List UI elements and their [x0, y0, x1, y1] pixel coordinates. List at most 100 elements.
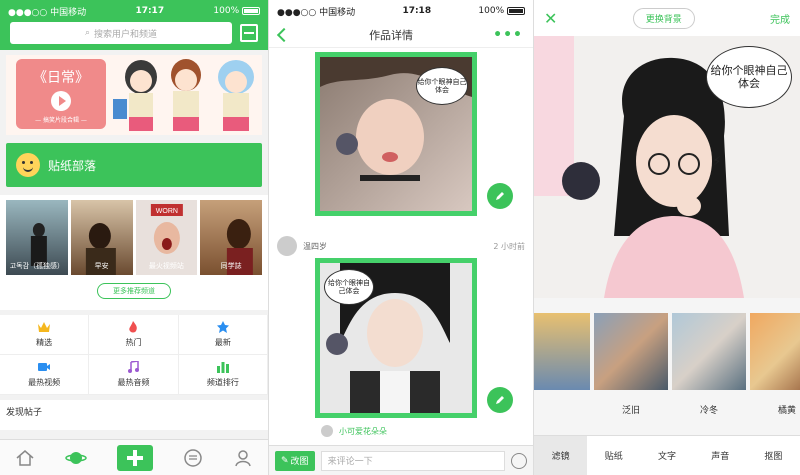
nav-bar: 作品详情 ••• [269, 22, 533, 48]
page-title: 作品详情 [369, 28, 414, 42]
pencil-icon [496, 396, 504, 404]
category-newest[interactable]: 最新 [178, 315, 268, 355]
battery-icon [507, 6, 525, 15]
category-label: 频道排行 [206, 378, 239, 387]
more-icon[interactable]: ••• [493, 27, 523, 43]
post-image-card[interactable]: 给你个眼神自己体会 [315, 52, 477, 216]
search-icon: ⌕ [84, 28, 91, 38]
filter-option[interactable]: 冷冬 [672, 313, 746, 428]
status-bar: ●●●○○ 中国移动 17:18 100% [269, 0, 533, 22]
post-detail-screen: ●●●○○ 中国移动 17:18 100% 作品详情 ••• 给你个眼神自己体会… [268, 0, 534, 475]
tab-filter[interactable]: 滤镜 [534, 436, 588, 475]
post-author-row: 温四岁 2 小时前 [277, 236, 525, 256]
status-bar: ●●●○○ 中国移动 17:17 100% [0, 0, 268, 22]
filter-thumbnail [594, 313, 668, 390]
profile-icon[interactable] [233, 448, 253, 468]
category-label: 最热音频 [117, 378, 150, 387]
home-icon[interactable] [15, 448, 35, 468]
clock: 17:18 [402, 6, 432, 16]
comment-input[interactable]: 来评论一下 [320, 450, 505, 471]
avatar[interactable] [321, 425, 333, 437]
channel-card[interactable]: 早安 [70, 200, 133, 275]
filter-thumbnail [672, 313, 746, 390]
edit-label: 改图 [290, 457, 309, 467]
category-label: 热门 [125, 338, 142, 347]
change-background-button[interactable]: 更换背景 [632, 7, 695, 29]
edit-image-button[interactable] [487, 183, 513, 209]
author-name[interactable]: 小可爱花朵朵 [339, 426, 387, 437]
battery-percent: 100% [478, 6, 505, 16]
flame-icon [129, 321, 138, 333]
star-icon [216, 321, 229, 333]
filter-option[interactable]: 橘黄 [750, 313, 800, 428]
channels-section: 고독감（孤独感） 早安 WORN 最火视频站 同学誌 更多推荐频道 [0, 195, 268, 310]
category-channel-ranking[interactable]: 频道排行 [178, 355, 268, 395]
channel-card[interactable]: 同学誌 [200, 200, 262, 275]
emoji-icon[interactable] [511, 452, 527, 469]
sparkle-sticker: ⚡ [712, 154, 722, 170]
tab-sound[interactable]: 声音 [694, 436, 747, 475]
post-photo: 给你个眼神自己体会 [320, 263, 472, 413]
play-icon[interactable] [51, 91, 71, 111]
home-screen: ●●●○○ 中国移动 17:17 100% ⌕ 搜索用户和频道 《日常》 — 搞… [0, 0, 268, 475]
channel-label: 早安 [94, 262, 109, 270]
channel-label: 고독감（孤独感） [9, 262, 65, 270]
channel-card[interactable]: WORN 最火视频站 [135, 200, 198, 275]
banner-title: 《日常》 [33, 70, 89, 86]
rank-icon [216, 362, 229, 373]
search-input[interactable]: ⌕ 搜索用户和频道 [10, 22, 232, 44]
filter-label: 橘黄 [777, 406, 796, 416]
filter-option[interactable]: 泛旧 [594, 313, 668, 428]
next-post-author: 小可爱花朵朵 [321, 425, 525, 437]
post-photo: 给你个眼神自己体会 [320, 57, 472, 211]
channel-label: 同学誌 [220, 262, 242, 270]
done-button[interactable]: 完成 [770, 11, 790, 26]
tab-text[interactable]: 文字 [640, 436, 693, 475]
moon-sticker [562, 162, 600, 200]
home-header: ●●●○○ 中国移动 17:17 100% ⌕ 搜索用户和频道 [0, 0, 268, 50]
planet-icon[interactable] [65, 448, 87, 468]
sticker-tribe-button[interactable]: 贴纸部落 [6, 143, 262, 187]
svg-text:WORN: WORN [155, 208, 177, 215]
battery-status: 100% [478, 6, 525, 16]
moon-sticker [326, 333, 348, 355]
message-icon[interactable] [183, 448, 203, 468]
battery-status: 100% [213, 6, 260, 16]
more-channels-button[interactable]: 更多推荐频道 [97, 283, 171, 299]
edit-image-button[interactable]: ✎ 改图 [275, 450, 315, 471]
edit-image-button[interactable] [487, 387, 513, 413]
editor-tab-bar: 滤镜 贴纸 文字 声音 抠图 [534, 435, 800, 475]
create-post-button[interactable] [117, 444, 153, 471]
avatar[interactable] [277, 236, 297, 256]
channel-card[interactable]: 고독감（孤独感） [6, 200, 68, 275]
tab-cutout[interactable]: 抠图 [747, 436, 800, 475]
anime-characters-illustration [113, 59, 254, 131]
post-image-card[interactable]: 给你个眼神自己体会 [315, 258, 477, 418]
editor-canvas[interactable]: 给你个眼神自己体会 ⚡ [534, 36, 800, 298]
category-hot-audio[interactable]: 最热音频 [89, 355, 179, 395]
scan-icon[interactable] [240, 24, 258, 42]
sticker-speech-bubble: 给你个眼神自己体会 [324, 269, 374, 305]
sticker-speech-bubble: 给你个眼神自己体会 [706, 46, 792, 108]
author-name[interactable]: 温四岁 [303, 241, 327, 252]
close-icon[interactable]: ✕ [544, 9, 557, 28]
promo-banner[interactable]: 《日常》 — 搞笑片段合辑 — [6, 55, 262, 135]
banner-subtitle: — 搞笑片段合辑 — [35, 117, 87, 124]
post-time: 2 小时前 [493, 241, 525, 251]
smiley-icon [16, 153, 40, 177]
filter-label: 冷冬 [699, 406, 718, 416]
sticker-speech-bubble: 给你个眼神自己体会 [416, 67, 468, 105]
sticker-tribe-label: 贴纸部落 [48, 158, 97, 173]
category-hot[interactable]: 热门 [89, 315, 179, 355]
category-hot-video[interactable]: 最热视频 [0, 355, 90, 395]
battery-percent: 100% [213, 6, 240, 16]
image-editor-screen: ✕ 更换背景 完成 给你个眼神自己体会 ⚡ 泛旧 冷冬 橘黄 滤镜 贴纸 文字 … [534, 0, 800, 475]
pencil-icon: ✎ [281, 455, 289, 466]
filter-option[interactable] [534, 313, 590, 428]
back-icon[interactable] [276, 27, 292, 42]
tab-sticker[interactable]: 贴纸 [587, 436, 640, 475]
battery-icon [242, 6, 260, 15]
category-featured[interactable]: 精选 [0, 315, 90, 355]
filter-strip: 泛旧 冷冬 橘黄 初冬 [534, 298, 800, 428]
pencil-icon [496, 192, 504, 200]
